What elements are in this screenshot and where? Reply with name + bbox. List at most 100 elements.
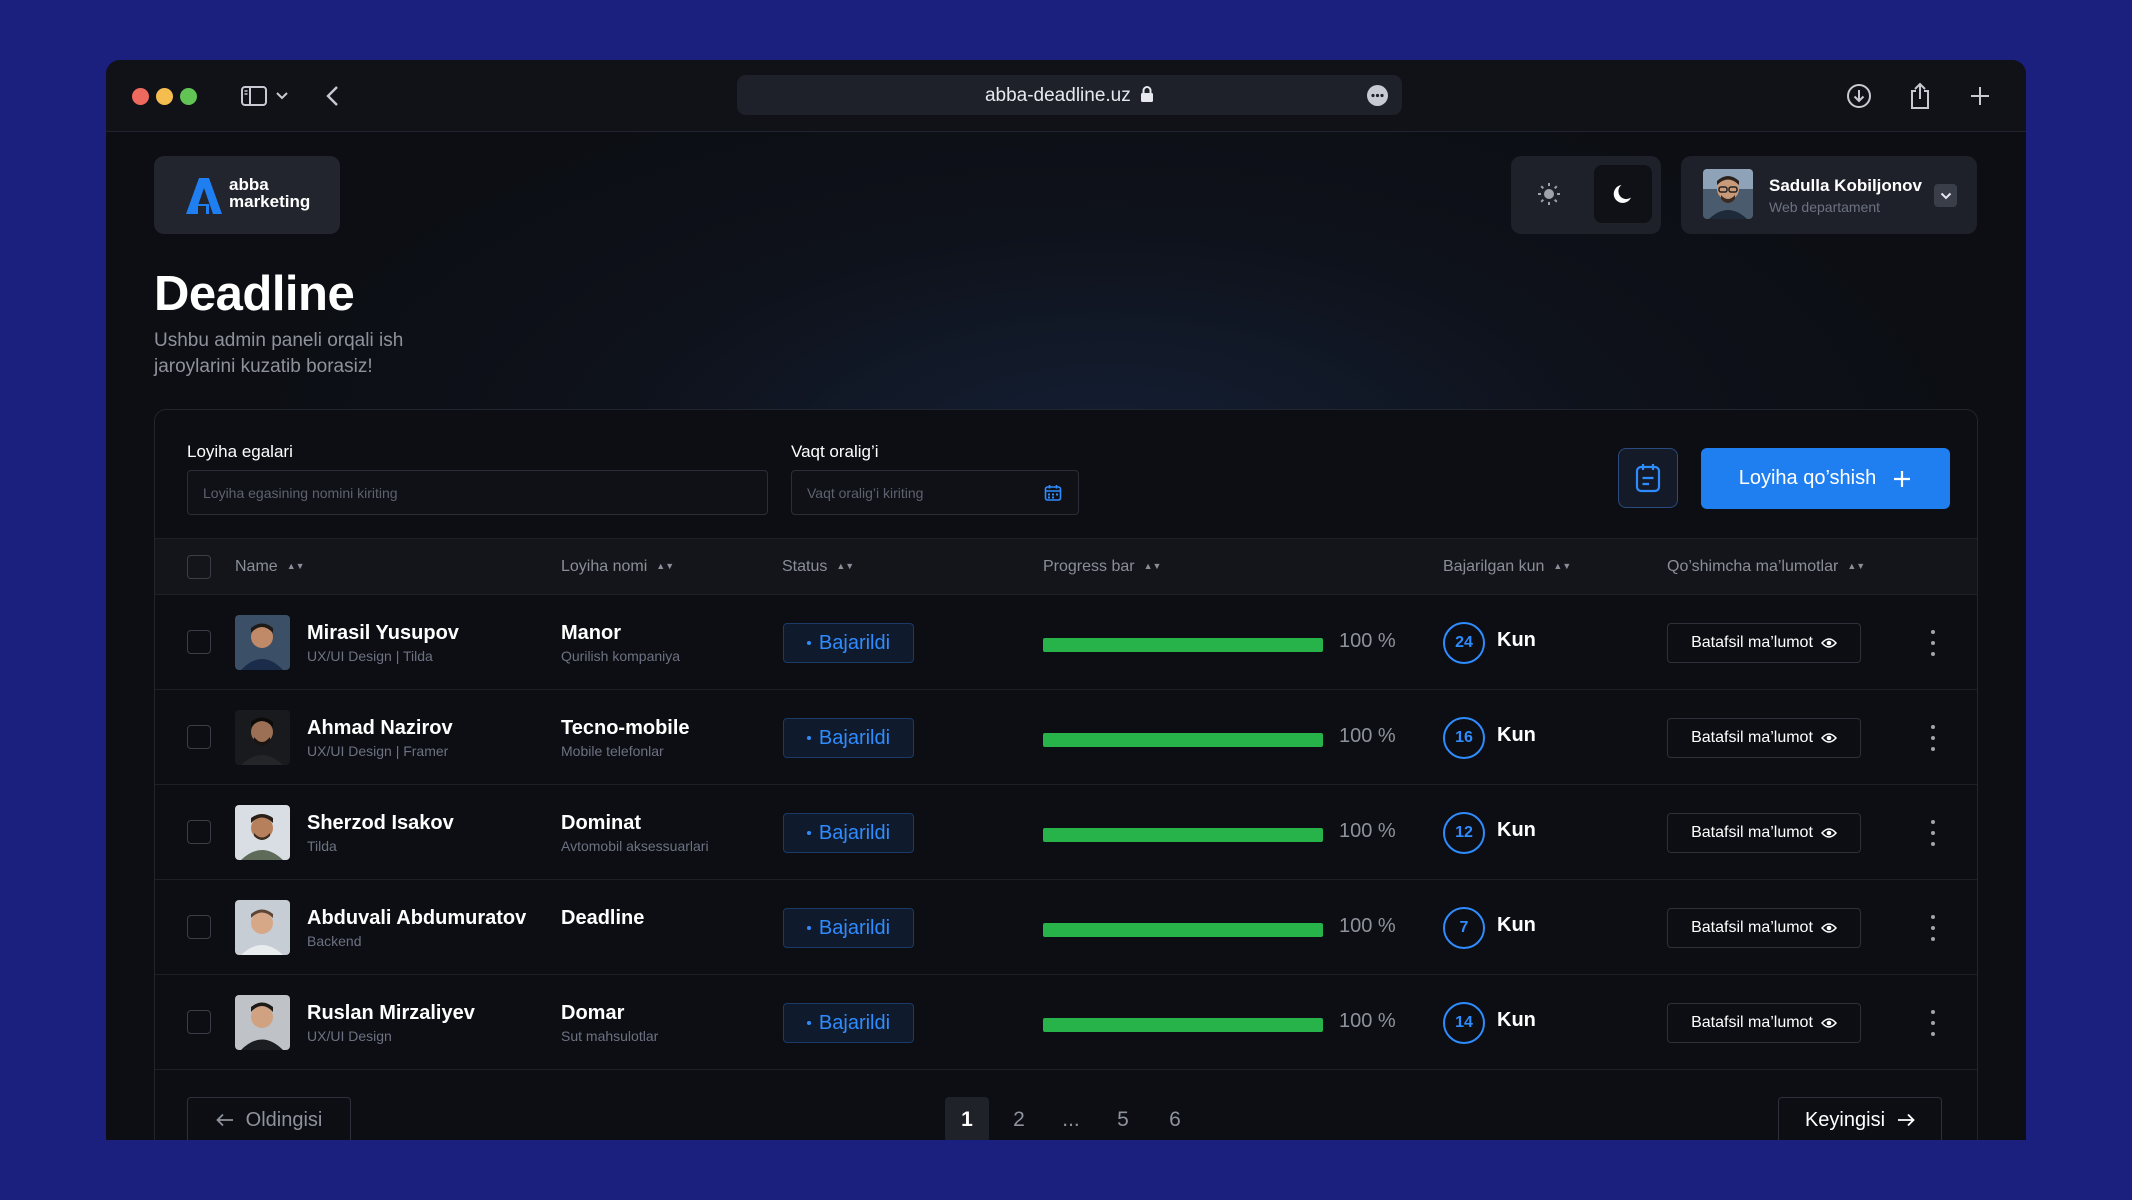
table-row[interactable]: Abduvali Abdumuratov Backend Deadline Ba… xyxy=(155,880,1977,975)
eye-icon xyxy=(1820,828,1837,838)
days-count: 16 xyxy=(1443,717,1485,759)
address-bar[interactable]: abba-deadline.uz xyxy=(737,75,1402,115)
page-content: abba marketing Sadulla Kobiljonov Web de… xyxy=(106,132,2026,1140)
close-window-button[interactable] xyxy=(132,88,149,105)
eye-icon xyxy=(1820,733,1837,743)
project-name: Manor xyxy=(561,622,621,644)
more-options-icon[interactable] xyxy=(1367,85,1388,106)
chevron-down-icon[interactable] xyxy=(272,78,292,114)
logo-text: abba marketing xyxy=(229,175,311,211)
row-actions-icon[interactable] xyxy=(1925,630,1941,656)
column-days[interactable]: Bajarilgan kun ▲▼ xyxy=(1443,558,1571,576)
sort-icon: ▲▼ xyxy=(1847,561,1866,571)
progress-bar xyxy=(1043,828,1323,842)
plus-icon xyxy=(1894,470,1911,487)
project-name: Deadline xyxy=(561,907,645,929)
page-title: Deadline xyxy=(154,267,355,321)
details-button[interactable]: Batafsil ma’lumot xyxy=(1667,1003,1861,1043)
user-department: Web departament xyxy=(1769,199,1881,215)
calendar-button[interactable] xyxy=(1618,448,1678,508)
page-button[interactable]: 2 xyxy=(997,1097,1041,1140)
light-theme-button[interactable] xyxy=(1520,165,1578,223)
column-progress[interactable]: Progress bar ▲▼ xyxy=(1043,558,1161,576)
eye-icon xyxy=(1820,923,1837,933)
progress-bar xyxy=(1043,923,1323,937)
previous-page-button[interactable]: Oldingisi xyxy=(187,1097,351,1140)
sort-icon: ▲▼ xyxy=(656,561,675,571)
owners-filter-label: Loyiha egalari xyxy=(187,442,293,461)
details-button[interactable]: Batafsil ma’lumot xyxy=(1667,813,1861,853)
days-count: 12 xyxy=(1443,812,1485,854)
sort-icon: ▲▼ xyxy=(1553,561,1572,571)
row-checkbox[interactable] xyxy=(187,1010,211,1034)
project-description: Mobile telefonlar xyxy=(561,743,664,759)
row-checkbox[interactable] xyxy=(187,630,211,654)
date-range-placeholder: Vaqt oralig’i kiriting xyxy=(807,485,924,501)
column-more-info[interactable]: Qo’shimcha ma’lumotlar ▲▼ xyxy=(1667,558,1865,576)
sidebar-toggle-icon[interactable] xyxy=(236,78,272,114)
column-name[interactable]: Name ▲▼ xyxy=(235,558,305,576)
table-row[interactable]: Sherzod Isakov Tilda Dominat Avtomobil a… xyxy=(155,785,1977,880)
avatar xyxy=(235,900,290,955)
progress-fill xyxy=(1043,638,1323,652)
person-name: Sherzod Isakov xyxy=(307,812,454,834)
column-project[interactable]: Loyiha nomi ▲▼ xyxy=(561,558,674,576)
download-icon[interactable] xyxy=(1841,78,1877,114)
row-actions-icon[interactable] xyxy=(1925,820,1941,846)
eye-icon xyxy=(1820,638,1837,648)
person-name: Ruslan Mirzaliyev xyxy=(307,1002,475,1024)
browser-window: abba-deadline.uz abba marketing Sadulla … xyxy=(106,60,2026,1140)
days-count: 7 xyxy=(1443,907,1485,949)
browser-toolbar: abba-deadline.uz xyxy=(106,60,2026,132)
add-project-label: Loyiha qo’shish xyxy=(1738,467,1877,489)
details-button[interactable]: Batafsil ma’lumot xyxy=(1667,718,1861,758)
row-actions-icon[interactable] xyxy=(1925,915,1941,941)
days-count: 24 xyxy=(1443,622,1485,664)
table-row[interactable]: Mirasil Yusupov UX/UI Design | Tilda Man… xyxy=(155,595,1977,690)
page-button[interactable]: 1 xyxy=(945,1097,989,1140)
days-unit: Kun xyxy=(1497,914,1536,936)
table-row[interactable]: Ruslan Mirzaliyev UX/UI Design Domar Sut… xyxy=(155,975,1977,1070)
progress-bar xyxy=(1043,733,1323,747)
table-row[interactable]: Ahmad Nazirov UX/UI Design | Framer Tecn… xyxy=(155,690,1977,785)
row-checkbox[interactable] xyxy=(187,915,211,939)
select-all-checkbox[interactable] xyxy=(187,555,211,579)
progress-percent: 100 % xyxy=(1339,915,1396,937)
person-name: Mirasil Yusupov xyxy=(307,622,459,644)
owners-search-input[interactable]: Loyiha egasining nomini kiriting xyxy=(187,470,768,515)
person-role: Backend xyxy=(307,933,362,949)
row-actions-icon[interactable] xyxy=(1925,725,1941,751)
owners-search-placeholder: Loyiha egasining nomini kiriting xyxy=(203,485,398,501)
add-project-button[interactable]: Loyiha qo’shish xyxy=(1701,448,1950,509)
days-unit: Kun xyxy=(1497,819,1536,841)
details-button[interactable]: Batafsil ma’lumot xyxy=(1667,908,1861,948)
dark-theme-button[interactable] xyxy=(1594,165,1652,223)
progress-percent: 100 % xyxy=(1339,1010,1396,1032)
share-icon[interactable] xyxy=(1902,78,1938,114)
column-status[interactable]: Status ▲▼ xyxy=(782,558,854,576)
project-description: Sut mahsulotlar xyxy=(561,1028,659,1044)
back-icon[interactable] xyxy=(314,78,350,114)
user-menu[interactable]: Sadulla Kobiljonov Web departament xyxy=(1681,156,1977,234)
progress-percent: 100 % xyxy=(1339,725,1396,747)
row-actions-icon[interactable] xyxy=(1925,1010,1941,1036)
arrow-left-icon xyxy=(215,1113,233,1127)
details-button[interactable]: Batafsil ma’lumot xyxy=(1667,623,1861,663)
row-checkbox[interactable] xyxy=(187,820,211,844)
days-count: 14 xyxy=(1443,1002,1485,1044)
chevron-down-icon[interactable] xyxy=(1934,184,1957,207)
row-checkbox[interactable] xyxy=(187,725,211,749)
project-name: Tecno-mobile xyxy=(561,717,690,739)
page-button[interactable]: 6 xyxy=(1153,1097,1197,1140)
status-badge: Bajarildi xyxy=(783,1003,914,1043)
date-range-input[interactable]: Vaqt oralig’i kiriting xyxy=(791,470,1079,515)
progress-fill xyxy=(1043,733,1323,747)
minimize-window-button[interactable] xyxy=(156,88,173,105)
new-tab-icon[interactable] xyxy=(1962,78,1998,114)
zoom-window-button[interactable] xyxy=(180,88,197,105)
progress-percent: 100 % xyxy=(1339,820,1396,842)
brand-logo[interactable]: abba marketing xyxy=(154,156,340,234)
page-button[interactable]: 5 xyxy=(1101,1097,1145,1140)
next-page-button[interactable]: Keyingisi xyxy=(1778,1097,1942,1140)
lock-icon xyxy=(1141,86,1154,102)
